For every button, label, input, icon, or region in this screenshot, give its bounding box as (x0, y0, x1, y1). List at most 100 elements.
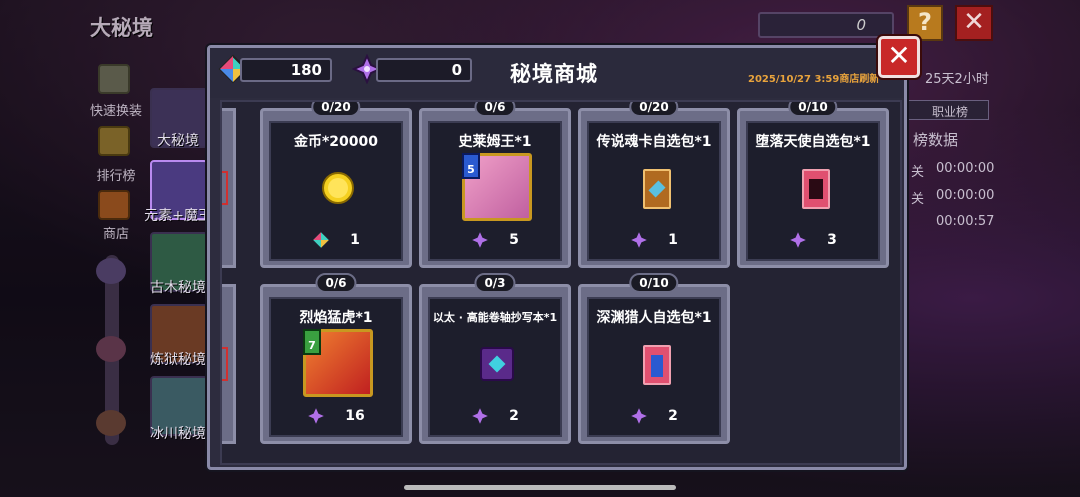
item-price: 3 (748, 231, 878, 249)
row-prefix: 关 (911, 165, 925, 180)
item-price-value: 16 (345, 408, 365, 424)
shop-item-card[interactable]: 0/20 金币*20000 1 (260, 102, 412, 268)
purchase-count-badge: 0/20 (311, 102, 361, 117)
ranking-section-title: 榜数据 (913, 131, 959, 149)
item-price-value: 5 (509, 232, 519, 248)
item-name: 以太 · 高能卷轴抄写本*1 (432, 311, 558, 324)
shop-header: 180 0 秘境商城 2025/10/27 3:59商店刷新 ✕ (210, 36, 920, 98)
item-price: 2 (589, 407, 719, 425)
partial-card-marker (222, 347, 228, 381)
star-icon (308, 408, 325, 424)
close-page-button[interactable]: ✕ (955, 5, 993, 41)
card-body: 史莱姆王*1 5 5 (428, 121, 562, 261)
path-node-icon (96, 258, 126, 284)
item-price: 2 (430, 407, 560, 425)
tab-class-ranking[interactable]: 职业榜 (907, 100, 989, 120)
item-price-value: 3 (827, 232, 837, 248)
item-name: 深渊猎人自选包*1 (596, 310, 712, 326)
shop-item-card[interactable]: 0/6 烈焰猛虎*1 7 16 (260, 273, 412, 444)
item-price: 1 (589, 231, 719, 249)
purchase-count-badge: 0/6 (315, 273, 357, 293)
shop-link[interactable]: 商店 (86, 223, 146, 242)
tab-label: 大秘境 (157, 133, 199, 149)
row-time: 00:00:00 (936, 188, 995, 203)
star-currency-field: 0 (376, 58, 472, 82)
item-name: 传说魂卡自选包*1 (596, 134, 712, 150)
pack-emblem (809, 179, 823, 199)
shop-item-card[interactable]: 0/10 深渊猎人自选包*1 2 (578, 273, 730, 444)
row-prefix: 关 (911, 192, 925, 207)
shop-modal: 180 0 秘境商城 2025/10/27 3:59商店刷新 ✕ 0/20 金币… (207, 36, 920, 470)
item-name: 金币*20000 (293, 134, 379, 150)
quick-equip-link[interactable]: 快速换装 (86, 100, 146, 119)
star-icon (472, 408, 488, 424)
ether-scroll-icon (480, 347, 514, 381)
tab-label: 炼狱秘境 (150, 352, 206, 368)
star-icon (631, 232, 647, 248)
page-title: 大秘境 (90, 16, 153, 40)
top-counter-field[interactable]: 0 (758, 12, 894, 38)
row-time: 00:00:57 (936, 214, 995, 229)
tab-label: 古木秘境 (150, 280, 206, 296)
refresh-time-text: 2025/10/27 3:59商店刷新 (748, 74, 880, 85)
card-body: 烈焰猛虎*1 7 16 (269, 297, 403, 437)
flame-tiger-icon: 7 (303, 329, 373, 397)
shield-level-badge: 5 (462, 153, 480, 179)
card-body: 堕落天使自选包*1 3 (746, 121, 880, 261)
gem-currency-field: 180 (240, 58, 332, 82)
item-price-value: 1 (350, 232, 360, 248)
item-price-value: 2 (668, 408, 678, 424)
card-body: 深渊猎人自选包*1 2 (587, 297, 721, 437)
partial-card[interactable] (222, 108, 236, 268)
purchase-count-badge: 0/20 (629, 102, 679, 117)
item-price: 1 (271, 231, 401, 249)
partial-card-marker (222, 171, 228, 205)
row-time: 00:00:00 (936, 161, 995, 176)
shop-item-card[interactable]: 0/3 以太 · 高能卷轴抄写本*1 2 (419, 273, 571, 444)
card-body: 传说魂卡自选包*1 1 (587, 121, 721, 261)
purchase-count-badge: 0/6 (474, 102, 516, 117)
card-body: 以太 · 高能卷轴抄写本*1 2 (428, 297, 562, 437)
tab-class-ranking-label: 职业榜 (932, 105, 969, 119)
abyss-hunter-pack-icon (643, 345, 671, 385)
purchase-count-badge: 0/10 (788, 102, 838, 117)
legend-card-pack-icon (643, 169, 671, 209)
shop-grid: 0/20 金币*20000 1 0/6 史莱姆王*1 5 5 0/20 传说魂卡… (220, 100, 902, 465)
ranking-link[interactable]: 排行榜 (86, 165, 146, 184)
item-name: 史莱姆王*1 (458, 134, 532, 150)
shop-item-card[interactable]: 0/6 史莱姆王*1 5 5 (419, 102, 571, 268)
fallen-angel-pack-icon (802, 169, 830, 209)
close-button[interactable]: ✕ (878, 36, 920, 78)
tab-label: 冰川秘境 (150, 426, 206, 442)
shop-item-card[interactable]: 0/10 堕落天使自选包*1 3 (737, 102, 889, 268)
shield-level-badge: 7 (303, 329, 321, 355)
purchase-count-badge: 0/10 (629, 273, 679, 293)
card-body: 金币*20000 1 (269, 121, 403, 261)
tab-label: 元素+魔王 (144, 208, 212, 224)
home-indicator (404, 485, 676, 490)
pack-emblem (648, 180, 666, 198)
pack-emblem (651, 355, 663, 377)
slime-king-icon: 5 (462, 153, 532, 221)
item-price-value: 1 (668, 232, 678, 248)
gold-coin-icon (322, 172, 354, 204)
scroll-emblem (488, 355, 506, 373)
item-name: 烈焰猛虎*1 (299, 310, 373, 326)
shop-item-card[interactable]: 0/20 传说魂卡自选包*1 1 (578, 102, 730, 268)
shop-title: 秘境商城 (510, 62, 598, 86)
partial-card[interactable] (222, 284, 236, 444)
quick-equip-icon[interactable] (98, 64, 130, 94)
shop-icon[interactable] (98, 190, 130, 220)
item-price: 16 (271, 407, 401, 425)
countdown-text: 25天2小时 (925, 72, 989, 87)
path-node-icon (96, 410, 126, 436)
ranking-trophy-icon[interactable] (98, 126, 130, 156)
purchase-count-badge: 0/3 (474, 273, 516, 293)
item-price: 5 (430, 231, 560, 249)
path-node-icon (96, 336, 126, 362)
star-icon (790, 232, 806, 248)
star-icon (631, 408, 647, 424)
item-name: 堕落天使自选包*1 (755, 134, 871, 150)
item-price-value: 2 (509, 408, 519, 424)
gem-icon (313, 232, 329, 248)
